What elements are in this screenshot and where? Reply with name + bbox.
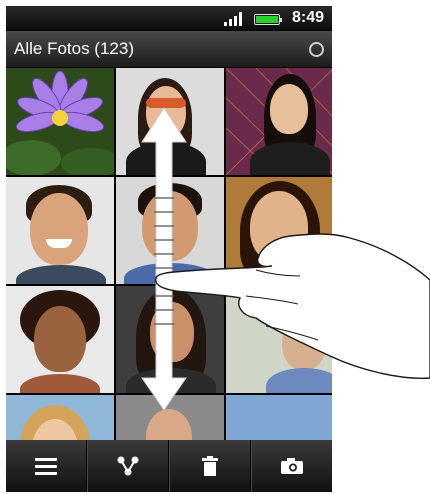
phone-screen: 8:49 Alle Fotos (123) — [6, 6, 332, 492]
photo-thumbnail[interactable] — [6, 68, 114, 175]
menu-button[interactable] — [6, 440, 87, 492]
photo-thumbnail[interactable] — [226, 286, 332, 393]
photo-grid — [6, 68, 332, 492]
album-title: Alle Fotos (123) — [14, 39, 134, 58]
photo-thumbnail[interactable] — [226, 177, 332, 284]
bottom-toolbar — [6, 440, 332, 492]
battery-icon — [254, 14, 282, 25]
camera-icon — [281, 458, 303, 474]
flower-image — [6, 68, 114, 175]
photo-thumbnail[interactable] — [116, 286, 224, 393]
share-icon — [117, 456, 139, 476]
delete-button[interactable] — [169, 440, 251, 492]
status-time: 8:49 — [291, 9, 324, 26]
delete-icon — [202, 456, 218, 476]
camera-button[interactable] — [251, 440, 332, 492]
photo-thumbnail[interactable] — [226, 68, 332, 175]
share-button[interactable] — [87, 440, 169, 492]
photo-thumbnail[interactable] — [6, 177, 114, 284]
signal-icon — [224, 12, 246, 26]
photo-thumbnail[interactable] — [116, 177, 224, 284]
photo-thumbnail[interactable] — [6, 286, 114, 393]
photo-thumbnail[interactable] — [116, 68, 224, 175]
loading-spinner-icon — [309, 42, 324, 57]
album-header: Alle Fotos (123) — [6, 31, 332, 68]
menu-icon — [35, 458, 57, 475]
status-bar: 8:49 — [6, 6, 332, 31]
